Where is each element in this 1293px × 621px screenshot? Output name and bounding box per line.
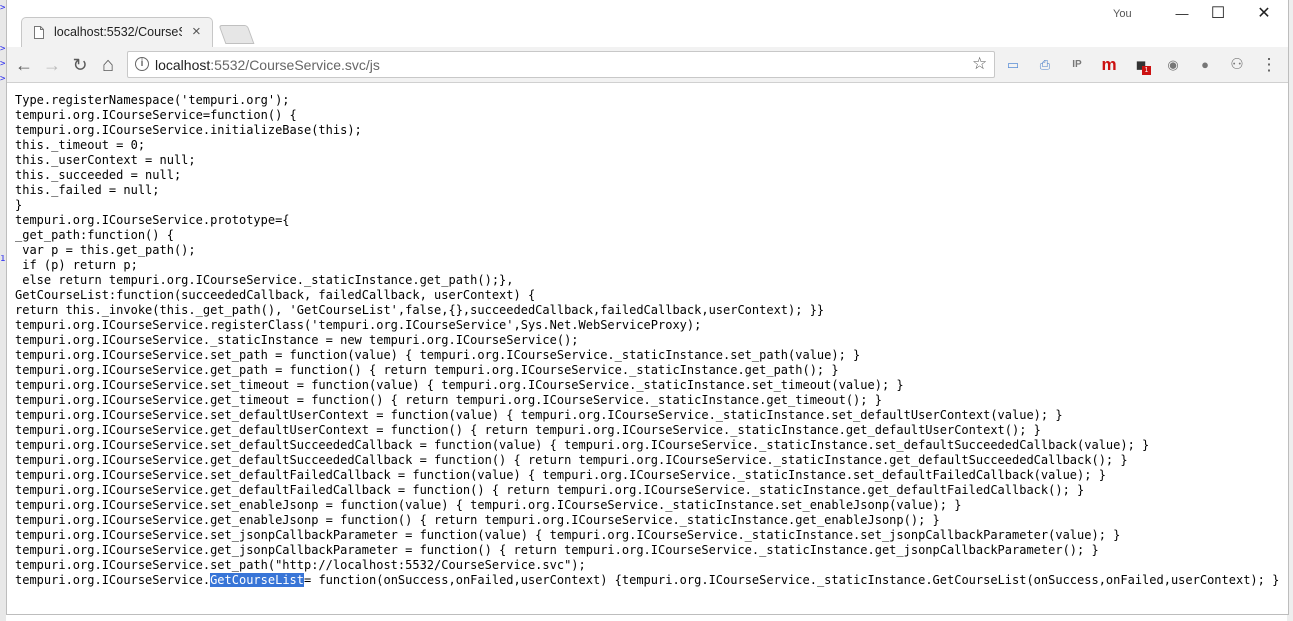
minimize-button[interactable]: —: [1167, 4, 1197, 24]
title-bar: localhost:5532/CourseSe × You — ☐ ✕: [7, 0, 1288, 47]
selected-text[interactable]: GetCourseList: [210, 573, 304, 587]
code-line: tempuri.org.ICourseService.GetCourseList…: [15, 573, 1280, 587]
puzzle-icon[interactable]: ◼ 1: [1132, 56, 1151, 75]
code-line: tempuri.org.ICourseService.set_path("htt…: [15, 558, 586, 572]
bulb-icon[interactable]: ●: [1196, 56, 1214, 74]
forward-button[interactable]: →: [40, 53, 64, 77]
users-icon[interactable]: ⚇: [1228, 56, 1246, 74]
code-line: tempuri.org.ICourseService.set_defaultSu…: [15, 438, 1150, 452]
code-line: tempuri.org.ICourseService.get_defaultSu…: [15, 453, 1128, 467]
code-line: this._succeeded = null;: [15, 168, 182, 182]
maximize-button[interactable]: ☐: [1203, 4, 1233, 24]
badge-count: 1: [1142, 66, 1151, 75]
source-code: Type.registerNamespace('tempuri.org'); te…: [15, 93, 1279, 588]
code-line: return this._invoke(this._get_path(), 'G…: [15, 303, 825, 317]
code-line: tempuri.org.ICourseService=function() {: [15, 108, 297, 122]
page-content: Type.registerNamespace('tempuri.org'); te…: [7, 84, 1288, 614]
new-tab-button[interactable]: [218, 25, 255, 44]
camera-icon[interactable]: ◉: [1164, 56, 1182, 74]
code-line: tempuri.org.ICourseService.set_defaultUs…: [15, 408, 1063, 422]
ip-icon[interactable]: IP: [1068, 56, 1086, 74]
code-line: }: [15, 198, 23, 212]
code-line: tempuri.org.ICourseService.get_jsonpCall…: [15, 543, 1099, 557]
m-icon[interactable]: m: [1100, 56, 1118, 74]
code-line: tempuri.org.ICourseService.get_enableJso…: [15, 513, 940, 527]
info-icon[interactable]: i: [135, 57, 149, 71]
browser-toolbar: ← → ↻ ⌂ i localhost:5532/CourseService.s…: [7, 47, 1288, 83]
code-line: tempuri.org.ICourseService.prototype={: [15, 213, 290, 227]
code-line: tempuri.org.ICourseService._staticInstan…: [15, 333, 579, 347]
code-line: tempuri.org.ICourseService.initializeBas…: [15, 123, 362, 137]
tab-active[interactable]: localhost:5532/CourseSe ×: [21, 17, 213, 47]
code-line: _get_path:function() {: [15, 228, 174, 242]
code-line: tempuri.org.ICourseService.set_jsonpCall…: [15, 528, 1121, 542]
code-line: tempuri.org.ICourseService.get_timeout =…: [15, 393, 882, 407]
tab-title: localhost:5532/CourseSe: [54, 25, 182, 39]
profile-label[interactable]: You: [1113, 8, 1132, 20]
home-button[interactable]: ⌂: [96, 53, 120, 77]
page-icon: [34, 26, 44, 39]
code-line: else return tempuri.org.ICourseService._…: [15, 273, 514, 287]
browser-window: localhost:5532/CourseSe × You — ☐ ✕ ← → …: [6, 0, 1289, 615]
bookmark-star-icon[interactable]: ☆: [972, 54, 987, 74]
code-line: tempuri.org.ICourseService.set_timeout =…: [15, 378, 904, 392]
code-line: tempuri.org.ICourseService.get_path = fu…: [15, 363, 839, 377]
close-window-button[interactable]: ✕: [1249, 4, 1279, 24]
tab-close-icon[interactable]: ×: [192, 23, 201, 40]
reload-button[interactable]: ↻: [68, 53, 92, 77]
code-line: if (p) return p;: [15, 258, 138, 272]
code-line: Type.registerNamespace('tempuri.org');: [15, 93, 290, 107]
code-line: GetCourseList:function(succeededCallback…: [15, 288, 536, 302]
code-line: tempuri.org.ICourseService.set_enableJso…: [15, 498, 962, 512]
screen-icon[interactable]: ▭: [1004, 56, 1022, 74]
code-line: tempuri.org.ICourseService.registerClass…: [15, 318, 702, 332]
code-line: tempuri.org.ICourseService.get_defaultFa…: [15, 483, 1085, 497]
code-line: this._userContext = null;: [15, 153, 196, 167]
code-line: tempuri.org.ICourseService.get_defaultUs…: [15, 423, 1041, 437]
address-bar[interactable]: i localhost:5532/CourseService.svc/js ☆: [127, 51, 995, 78]
menu-icon[interactable]: ⋮: [1260, 56, 1278, 74]
code-line: tempuri.org.ICourseService.set_defaultFa…: [15, 468, 1106, 482]
address-url: localhost:5532/CourseService.svc/js: [155, 57, 380, 73]
code-line: tempuri.org.ICourseService.set_path = fu…: [15, 348, 861, 362]
back-button[interactable]: ←: [12, 53, 36, 77]
printer-icon[interactable]: ⎙: [1036, 56, 1054, 74]
code-line: var p = this.get_path();: [15, 243, 196, 257]
code-line: this._failed = null;: [15, 183, 160, 197]
code-line: this._timeout = 0;: [15, 138, 146, 152]
